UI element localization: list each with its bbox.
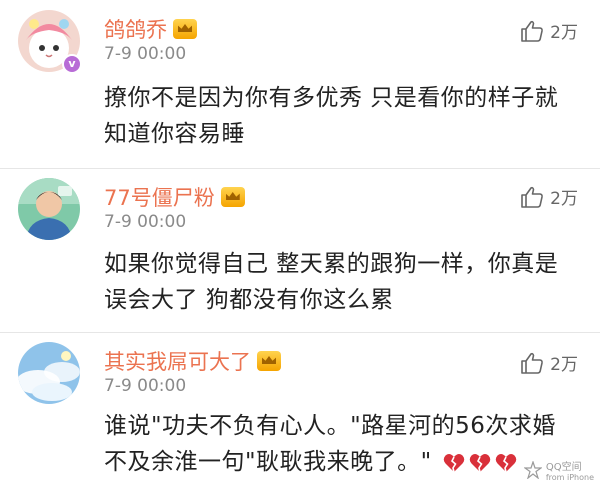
thumbs-up-icon (521, 352, 544, 374)
verified-badge: v (62, 54, 82, 74)
comment-text-line: 如果你觉得自己 整天累的跟狗一样，你真是 (104, 251, 559, 277)
thumbs-up-icon (521, 186, 544, 208)
thumbs-up-icon (521, 20, 544, 42)
username[interactable]: 鸽鸽乔 (104, 14, 197, 44)
broken-heart-icon (444, 453, 465, 472)
comment-text-line: 撩你不是因为你有多优秀 只是看你的样子就 (104, 85, 559, 111)
avatar[interactable] (18, 342, 80, 404)
avatar[interactable] (18, 178, 80, 240)
comment-time: 7-9 00:00 (104, 212, 187, 232)
username-label: 77号僵尸粉 (104, 186, 215, 210)
like-count: 2万 (550, 355, 578, 375)
comment-text-line: 不及余淮一句"耿耿我来晚了。" (104, 449, 432, 475)
comment-time: 7-9 00:00 (104, 376, 187, 396)
broken-heart-icon (496, 453, 517, 472)
comment-2: 77号僵尸粉 7-9 00:00 2万 如果你觉得自己 整天累的跟狗一样，你真是… (0, 170, 600, 336)
like-button[interactable]: 2万 (520, 18, 578, 43)
watermark: QQ空间 from iPhone (523, 458, 594, 482)
comment-text-line: 谁说"功夫不负有心人。"路星河的56次求婚 (104, 413, 556, 439)
watermark-text: QQ空间 from iPhone (546, 458, 594, 482)
crown-icon (257, 351, 281, 371)
comment-text: 撩你不是因为你有多优秀 只是看你的样子就 知道你容易睡 (104, 80, 574, 152)
comment-1: v 鸽鸽乔 7-9 00:00 2万 撩你不是因为你有多优秀 只是看你的样子就 … (0, 0, 600, 170)
username-label: 其实我屌可大了 (104, 350, 251, 374)
emoji-group (443, 453, 517, 473)
like-count: 2万 (550, 23, 578, 43)
comment-3: 其实我屌可大了 7-9 00:00 2万 谁说"功夫不负有心人。"路星河的56次… (0, 334, 600, 492)
watermark-title: QQ空间 (545, 462, 582, 473)
username[interactable]: 77号僵尸粉 (104, 182, 245, 212)
watermark-subtitle: from iPhone (545, 473, 594, 482)
comment-text-line: 知道你容易睡 (104, 121, 245, 147)
boy-avatar-image (18, 178, 80, 240)
comment-text: 谁说"功夫不负有心人。"路星河的56次求婚 不及余淮一句"耿耿我来晚了。" (104, 408, 574, 480)
divider (0, 332, 600, 333)
divider (0, 168, 600, 169)
broken-heart-icon (470, 453, 491, 472)
comment-text-line-with-emoji: 不及余淮一句"耿耿我来晚了。" (104, 444, 574, 480)
sky-avatar-image (18, 342, 80, 404)
comment-time: 7-9 00:00 (104, 44, 187, 64)
like-button[interactable]: 2万 (520, 350, 578, 375)
username-label: 鸽鸽乔 (104, 18, 167, 42)
crown-icon (220, 187, 245, 207)
like-count: 2万 (550, 189, 578, 209)
username[interactable]: 其实我屌可大了 (104, 346, 281, 376)
like-button[interactable]: 2万 (520, 184, 578, 209)
verified-badge-label: v (64, 56, 80, 72)
star-icon (523, 461, 542, 479)
comment-text-line: 误会大了 狗都没有你这么累 (104, 287, 394, 313)
comment-text: 如果你觉得自己 整天累的跟狗一样，你真是 误会大了 狗都没有你这么累 (104, 246, 574, 318)
crown-icon (173, 19, 197, 39)
